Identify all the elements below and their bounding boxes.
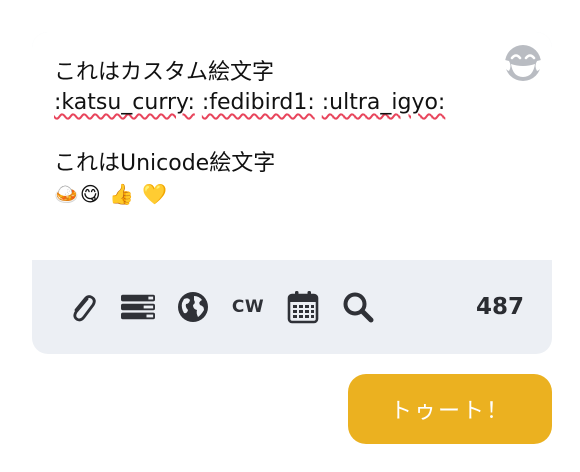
toot-button[interactable]: トゥート！ [348,374,552,444]
compose-textarea[interactable]: これはカスタム絵文字 :katsu_curry: :fedibird1: :ul… [32,32,552,260]
compose-form: これはカスタム絵文字 :katsu_curry: :fedibird1: :ul… [32,32,552,354]
text-line-1: これはカスタム絵文字 [54,60,275,85]
poll-icon[interactable] [121,290,155,324]
text-line-2: :katsu_curry: :fedibird1: :ultra_igyo: [54,88,492,118]
shortcode-fedibird1: :fedibird1: [201,90,315,115]
search-icon[interactable] [341,290,375,324]
shortcode-ultra-igyo: :ultra_igyo: [321,90,446,115]
shortcode-katsu-curry: :katsu_curry: [54,90,195,115]
emoji-line: 🍛😋 👍 💛 [54,182,169,206]
paperclip-icon[interactable] [66,290,100,324]
globe-icon[interactable] [176,290,210,324]
character-counter: 487 [475,294,524,320]
cw-label: CW [231,297,265,317]
laughing-face-icon[interactable] [502,42,544,84]
compose-toolbar: CW 487 [32,260,552,354]
text-line-3: これはUnicode絵文字 [54,151,276,176]
calendar-icon[interactable] [286,290,320,324]
cw-toggle-button[interactable]: CW [231,290,265,324]
